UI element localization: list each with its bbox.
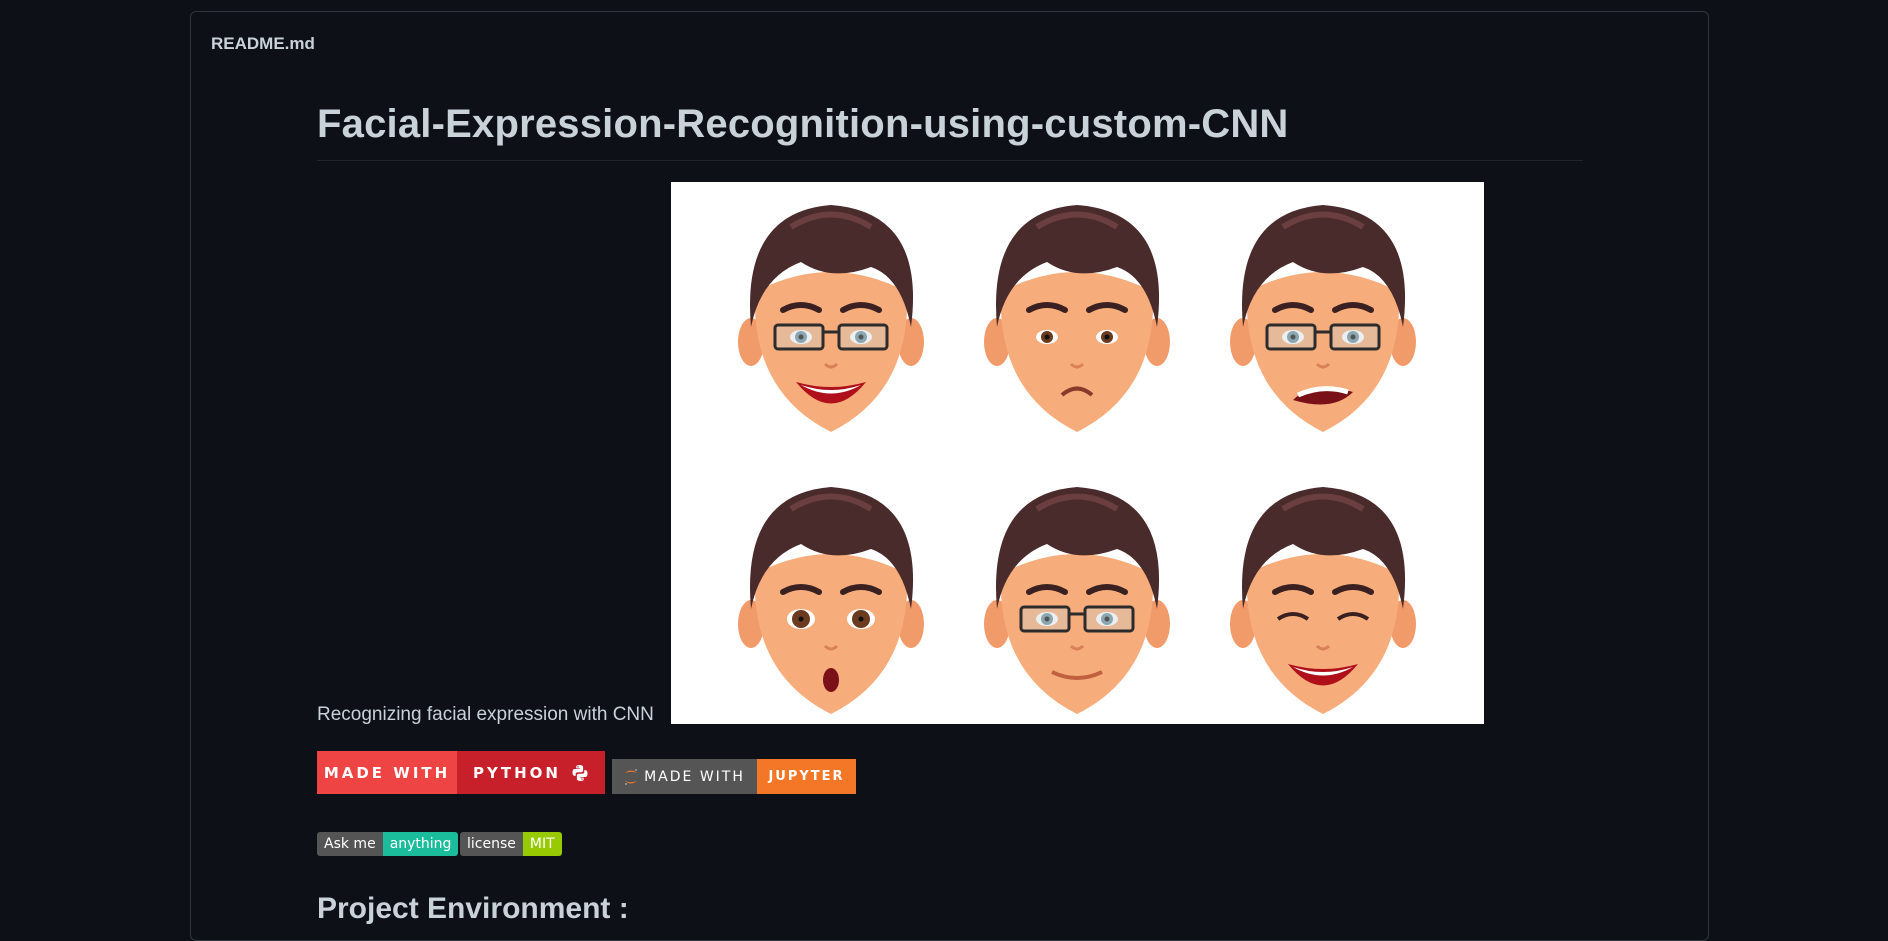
face-surprise <box>738 487 924 714</box>
readme-panel: README.md Facial-Expression-Recognition-… <box>190 11 1709 941</box>
license-badge-left: license <box>460 832 523 856</box>
title-divider <box>317 160 1583 161</box>
readme-filename[interactable]: README.md <box>211 34 315 54</box>
ask-me-anything-badge[interactable]: Ask me anything <box>317 832 459 856</box>
made-with-python-badge[interactable]: MADE WITH PYTHON <box>317 751 605 794</box>
hero-caption: Recognizing facial expression with CNN <box>317 704 654 725</box>
section-heading: Project Environment : <box>317 892 629 925</box>
python-badge-left: MADE WITH <box>317 751 457 794</box>
face-laugh <box>1230 487 1416 714</box>
made-with-jupyter-badge[interactable]: MADE WITH JUPYTER <box>612 759 856 794</box>
jupyter-badge-right: JUPYTER <box>757 759 856 794</box>
page-title: Facial-Expression-Recognition-using-cust… <box>317 102 1289 146</box>
ask-badge-left: Ask me <box>317 832 383 856</box>
face-sad <box>984 205 1170 432</box>
python-badge-right-wrap: PYTHON <box>457 751 605 794</box>
ask-badge-right: anything <box>382 832 459 856</box>
jupyter-icon <box>625 768 638 785</box>
jupyter-badge-left-wrap: MADE WITH <box>612 759 757 794</box>
face-happy <box>738 205 924 432</box>
face-disgust <box>1230 205 1416 432</box>
jupyter-badge-left: MADE WITH <box>644 768 745 785</box>
facial-expressions-image[interactable] <box>671 182 1484 724</box>
python-icon <box>572 764 588 781</box>
python-badge-right: PYTHON <box>473 763 561 782</box>
license-badge-right: MIT <box>522 832 562 856</box>
license-mit-badge[interactable]: license MIT <box>460 832 562 856</box>
face-neutral <box>984 487 1170 714</box>
